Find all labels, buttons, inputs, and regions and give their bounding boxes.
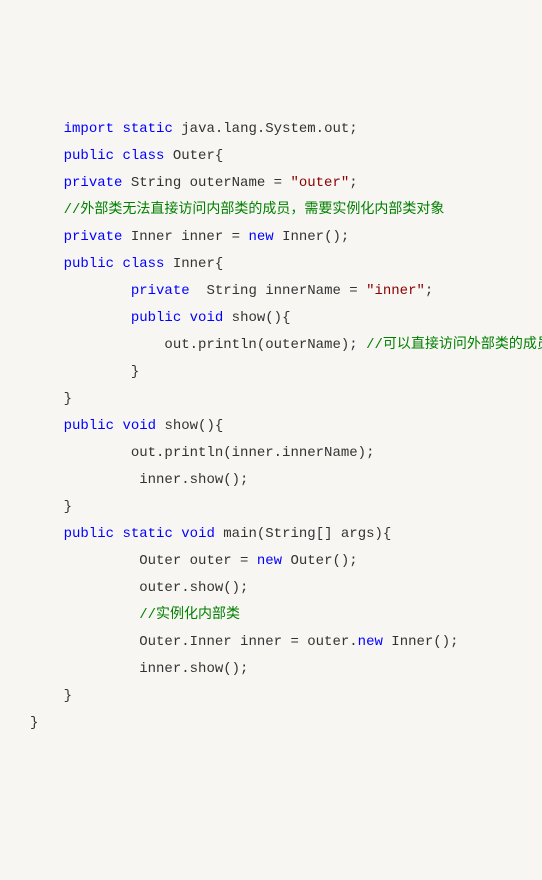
code-line: public void show(){ — [0, 413, 542, 440]
token-plain: java.lang.System.out; — [173, 121, 358, 137]
indent — [30, 202, 64, 218]
code-line: //实例化内部类 — [0, 602, 542, 629]
indent — [30, 175, 64, 191]
token-kw: class — [122, 148, 164, 164]
token-cmt: //可以直接访问外部类的成员 — [366, 337, 542, 353]
token-plain: out.println(outerName); — [164, 337, 366, 353]
token-plain: Inner(); — [383, 634, 459, 650]
token-plain — [131, 607, 139, 623]
indent — [30, 526, 64, 542]
code-line: public class Outer{ — [0, 143, 542, 170]
code-line: private String outerName = "outer"; — [0, 170, 542, 197]
token-plain: Outer{ — [164, 148, 223, 164]
token-kw: public — [64, 256, 114, 272]
indent — [30, 445, 131, 461]
token-str: "inner" — [366, 283, 425, 299]
token-kw: new — [257, 553, 282, 569]
code-line: import static java.lang.System.out; — [0, 116, 542, 143]
code-line: } — [0, 359, 542, 386]
token-plain: Inner(); — [274, 229, 350, 245]
indent — [30, 607, 131, 623]
indent — [30, 121, 64, 137]
token-plain: } — [64, 391, 72, 407]
token-kw: new — [248, 229, 273, 245]
indent — [30, 553, 131, 569]
token-plain: String innerName = — [190, 283, 366, 299]
code-line: public void show(){ — [0, 305, 542, 332]
code-line: inner.show(); — [0, 656, 542, 683]
token-plain: } — [64, 688, 72, 704]
token-plain: outer.show(); — [131, 580, 249, 596]
token-cmt: //实例化内部类 — [139, 607, 240, 623]
token-plain: inner.show(); — [131, 472, 249, 488]
token-plain: Inner inner = — [122, 229, 248, 245]
code-block: import static java.lang.System.out; publ… — [0, 116, 542, 737]
token-kw: public — [64, 418, 114, 434]
indent — [30, 688, 64, 704]
token-plain: String outerName = — [122, 175, 290, 191]
code-line: public class Inner{ — [0, 251, 542, 278]
token-plain: out.println(inner.innerName); — [131, 445, 375, 461]
token-kw: public — [64, 526, 114, 542]
token-plain: inner.show(); — [131, 661, 249, 677]
code-line: Outer outer = new Outer(); — [0, 548, 542, 575]
code-line: inner.show(); — [0, 467, 542, 494]
indent — [30, 580, 131, 596]
code-line: out.println(outerName); //可以直接访问外部类的成员 — [0, 332, 542, 359]
indent — [30, 391, 64, 407]
code-line: public static void main(String[] args){ — [0, 521, 542, 548]
code-line: } — [0, 710, 542, 737]
token-plain: Outer(); — [282, 553, 358, 569]
token-plain — [173, 526, 181, 542]
code-line: //外部类无法直接访问内部类的成员，需要实例化内部类对象 — [0, 197, 542, 224]
code-line: private Inner inner = new Inner(); — [0, 224, 542, 251]
indent — [30, 499, 64, 515]
indent — [30, 283, 131, 299]
token-cmt: //外部类无法直接访问内部类的成员，需要实例化内部类对象 — [64, 202, 445, 218]
token-plain: Outer.Inner inner = outer. — [131, 634, 358, 650]
token-plain: } — [30, 715, 38, 731]
token-plain: Inner{ — [164, 256, 223, 272]
token-kw: void — [181, 526, 215, 542]
token-plain: ; — [349, 175, 357, 191]
indent — [30, 472, 131, 488]
indent — [30, 418, 64, 434]
token-plain: Outer outer = — [131, 553, 257, 569]
token-kw: new — [358, 634, 383, 650]
indent — [30, 337, 164, 353]
code-line: private String innerName = "inner"; — [0, 278, 542, 305]
indent — [30, 310, 131, 326]
token-plain: ; — [425, 283, 433, 299]
code-line: Outer.Inner inner = outer.new Inner(); — [0, 629, 542, 656]
token-kw: void — [122, 418, 156, 434]
code-line: } — [0, 386, 542, 413]
indent — [30, 148, 64, 164]
code-line: } — [0, 683, 542, 710]
token-kw: private — [64, 229, 123, 245]
token-plain: show(){ — [156, 418, 223, 434]
token-kw: static — [122, 121, 172, 137]
indent — [30, 364, 131, 380]
token-plain: main(String[] args){ — [215, 526, 391, 542]
indent — [30, 634, 131, 650]
code-line: } — [0, 494, 542, 521]
token-kw: static — [122, 526, 172, 542]
indent — [30, 661, 131, 677]
token-str: "outer" — [290, 175, 349, 191]
token-kw: private — [131, 283, 190, 299]
token-plain — [181, 310, 189, 326]
token-kw: public — [64, 148, 114, 164]
token-kw: void — [190, 310, 224, 326]
code-line: outer.show(); — [0, 575, 542, 602]
token-kw: import — [64, 121, 114, 137]
token-plain: } — [64, 499, 72, 515]
indent — [30, 256, 64, 272]
token-plain: } — [131, 364, 139, 380]
token-kw: class — [122, 256, 164, 272]
token-kw: private — [64, 175, 123, 191]
code-line: out.println(inner.innerName); — [0, 440, 542, 467]
token-kw: public — [131, 310, 181, 326]
indent — [30, 229, 64, 245]
token-plain: show(){ — [223, 310, 290, 326]
